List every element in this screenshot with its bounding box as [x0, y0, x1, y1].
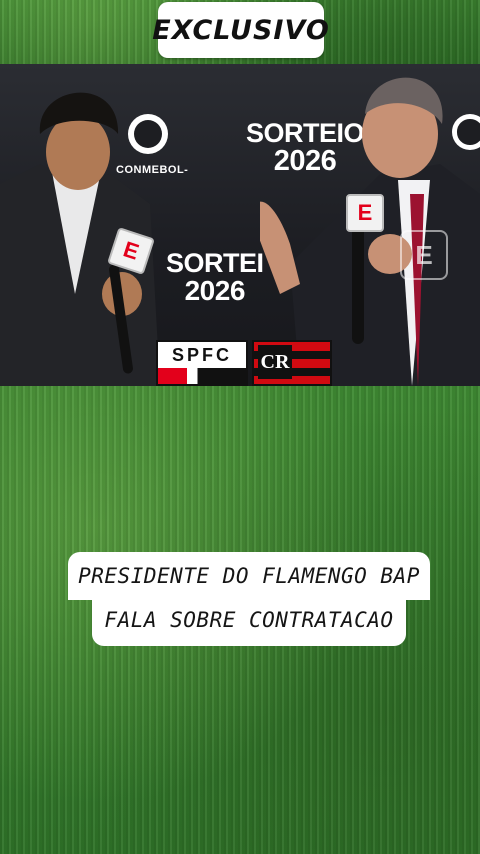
spfc-logo: SPFC: [156, 340, 248, 386]
flamengo-logo: CR: [252, 340, 332, 386]
microphone-handle: [352, 224, 364, 344]
reporter-figure: [0, 92, 160, 386]
backdrop-event-text-center: SORTEI 2026: [166, 248, 264, 306]
caption-line-1-box: PRESIDENTE DO FLAMENGO BAP: [68, 552, 430, 600]
caption-line-1: PRESIDENTE DO FLAMENGO BAP: [78, 564, 420, 588]
caption-line-2: FALA SOBRE CONTRATACAO: [104, 608, 394, 632]
espn-mic-flag-icon: E: [346, 194, 384, 232]
title-text: EXCLUSIVO: [152, 14, 330, 46]
video-frame[interactable]: CONMEBOL- SORTEIO 2026 SORTEI 2026 E E E…: [0, 64, 480, 386]
caption-line-2-box: FALA SOBRE CONTRATACAO: [92, 600, 406, 646]
espn-watermark-icon: E: [400, 230, 448, 280]
title-badge: EXCLUSIVO: [152, 2, 329, 58]
